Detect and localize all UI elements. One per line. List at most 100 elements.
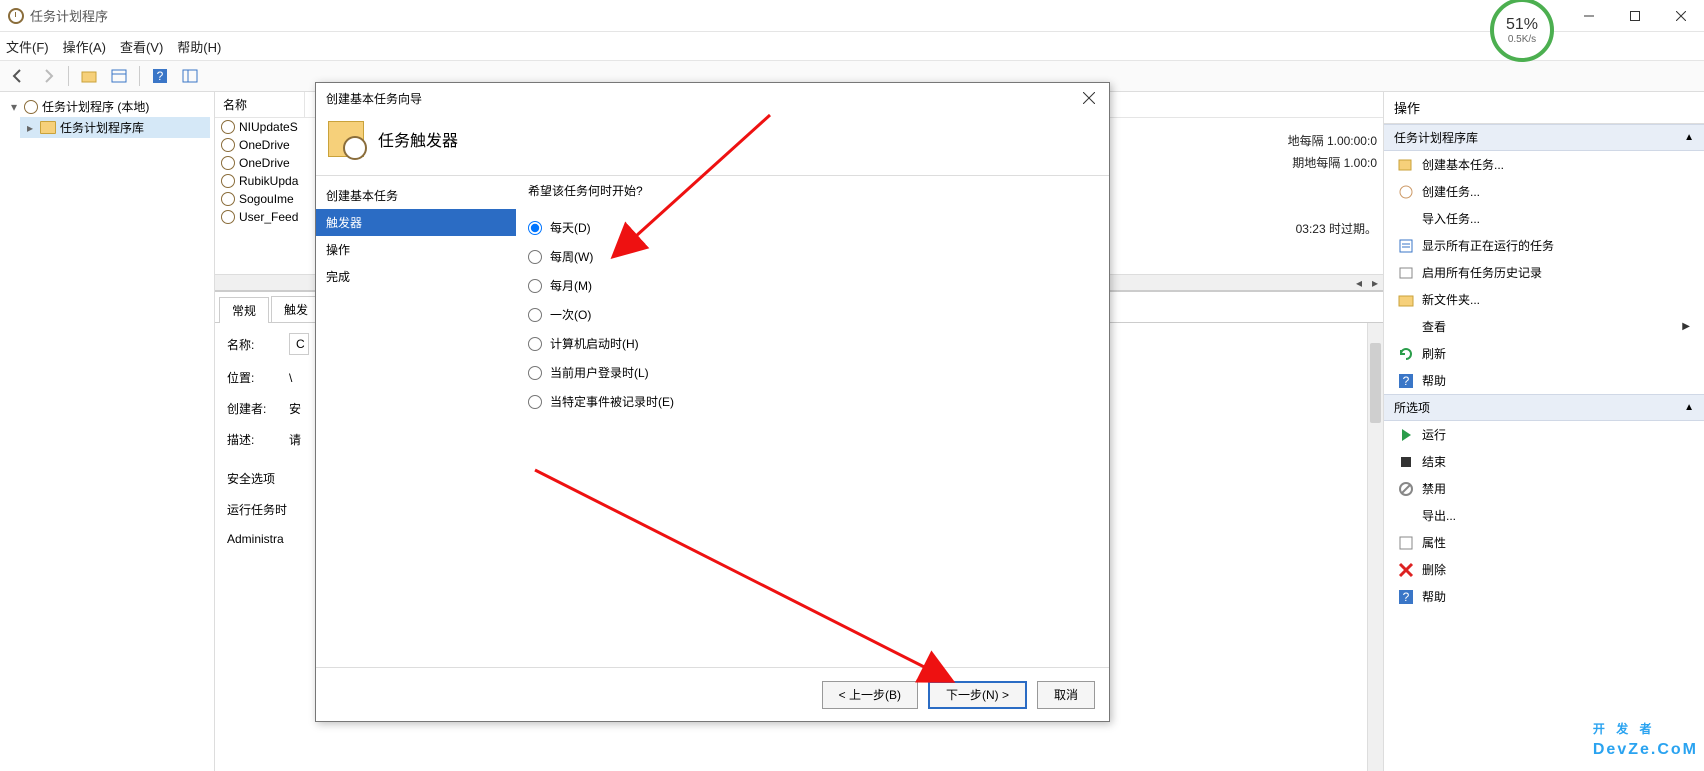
menubar: 文件(F) 操作(A) 查看(V) 帮助(H) [0, 32, 1704, 60]
scroll-thumb[interactable] [1370, 343, 1381, 423]
watermark-sub: DevZe.CoM [1593, 741, 1698, 759]
delete-icon [1398, 562, 1414, 578]
collapse-icon[interactable]: ▲ [1684, 402, 1694, 413]
action-enable-history[interactable]: 启用所有任务历史记录 [1384, 259, 1704, 286]
section-selected[interactable]: 所选项 ▲ [1384, 394, 1704, 421]
wizard-nav-finish[interactable]: 完成 [316, 263, 516, 290]
wizard-nav-basic[interactable]: 创建基本任务 [316, 182, 516, 209]
wizard-title-text: 创建基本任务向导 [326, 90, 422, 107]
menu-help[interactable]: 帮助(H) [177, 37, 221, 56]
radio-label: 当特定事件被记录时(E) [550, 393, 674, 410]
wizard-header: 任务触发器 [316, 113, 1109, 176]
forward-button[interactable] [36, 64, 60, 88]
stop-icon [1398, 454, 1414, 470]
radio-input[interactable] [528, 221, 542, 235]
action-delete[interactable]: 删除 [1384, 556, 1704, 583]
radio-logon[interactable]: 当前用户登录时(L) [528, 358, 1097, 387]
action-label: 新文件夹... [1422, 291, 1480, 308]
radio-input[interactable] [528, 308, 542, 322]
watermark: 开 发 者 DevZe.CoM [1593, 707, 1698, 759]
next-button[interactable]: 下一步(N) > [928, 681, 1027, 709]
action-run[interactable]: 运行 [1384, 421, 1704, 448]
action-create-basic-task[interactable]: 创建基本任务... [1384, 151, 1704, 178]
refresh-icon [1398, 346, 1414, 362]
radio-weekly[interactable]: 每周(W) [528, 242, 1097, 271]
tool-folder-icon[interactable] [77, 64, 101, 88]
maximize-button[interactable] [1612, 0, 1658, 32]
collapse-icon[interactable]: ▲ [1684, 132, 1694, 143]
wizard-heading: 任务触发器 [378, 127, 458, 151]
tool-layout-icon[interactable] [178, 64, 202, 88]
action-help[interactable]: ?帮助 [1384, 367, 1704, 394]
name-value[interactable]: C [289, 333, 309, 355]
radio-event[interactable]: 当特定事件被记录时(E) [528, 387, 1097, 416]
wizard-close-button[interactable] [1079, 88, 1099, 108]
radio-monthly[interactable]: 每月(M) [528, 271, 1097, 300]
action-end[interactable]: 结束 [1384, 448, 1704, 475]
export-icon [1398, 508, 1414, 524]
actions-pane: 操作 任务计划程序库 ▲ 创建基本任务... 创建任务... 导入任务... 显… [1384, 92, 1704, 771]
action-show-running[interactable]: 显示所有正在运行的任务 [1384, 232, 1704, 259]
wizard-nav-action[interactable]: 操作 [316, 236, 516, 263]
radio-input[interactable] [528, 279, 542, 293]
radio-input[interactable] [528, 395, 542, 409]
action-import-task[interactable]: 导入任务... [1384, 205, 1704, 232]
speed-widget[interactable]: 51% 0.5K/s [1490, 0, 1554, 62]
scroll-left-icon[interactable]: ◂ [1351, 276, 1367, 290]
action-create-task[interactable]: 创建任务... [1384, 178, 1704, 205]
section-library[interactable]: 任务计划程序库 ▲ [1384, 124, 1704, 151]
desc-label: 描述: [227, 431, 277, 448]
action-label: 刷新 [1422, 345, 1446, 362]
action-disable[interactable]: 禁用 [1384, 475, 1704, 502]
back-button[interactable] [6, 64, 30, 88]
radio-input[interactable] [528, 337, 542, 351]
scroll-right-icon[interactable]: ▸ [1367, 276, 1383, 290]
expand-icon[interactable]: ▸ [24, 121, 36, 135]
wizard-icon [1398, 157, 1414, 173]
action-label: 创建任务... [1422, 183, 1480, 200]
folder-icon [1398, 292, 1414, 308]
col-name[interactable]: 名称 [215, 92, 305, 117]
disable-icon [1398, 481, 1414, 497]
action-help-2[interactable]: ?帮助 [1384, 583, 1704, 610]
radio-daily[interactable]: 每天(D) [528, 213, 1097, 242]
tree-root[interactable]: ▾ 任务计划程序 (本地) [4, 96, 210, 117]
tool-help-icon[interactable]: ? [148, 64, 172, 88]
action-properties[interactable]: 属性 [1384, 529, 1704, 556]
creator-label: 创建者: [227, 400, 277, 417]
expand-icon[interactable]: ▾ [8, 100, 20, 114]
back-button[interactable]: < 上一步(B) [822, 681, 918, 709]
menu-view[interactable]: 查看(V) [120, 37, 163, 56]
action-export[interactable]: 导出... [1384, 502, 1704, 529]
action-view[interactable]: 查看▶ [1384, 313, 1704, 340]
speed-rate: 0.5K/s [1508, 34, 1536, 45]
action-refresh[interactable]: 刷新 [1384, 340, 1704, 367]
action-new-folder[interactable]: 新文件夹... [1384, 286, 1704, 313]
cancel-button[interactable]: 取消 [1037, 681, 1095, 709]
radio-input[interactable] [528, 250, 542, 264]
action-label: 结束 [1422, 453, 1446, 470]
radio-input[interactable] [528, 366, 542, 380]
radio-startup[interactable]: 计算机启动时(H) [528, 329, 1097, 358]
clock-icon [221, 210, 235, 224]
list-icon [1398, 238, 1414, 254]
action-label: 导出... [1422, 507, 1456, 524]
minimize-button[interactable] [1566, 0, 1612, 32]
vertical-scrollbar[interactable] [1367, 323, 1383, 771]
wizard-nav: 创建基本任务 触发器 操作 完成 [316, 176, 516, 667]
location-label: 位置: [227, 369, 277, 386]
action-label: 属性 [1422, 534, 1446, 551]
task-detail: 地每隔 1.00:00:0 [1288, 132, 1377, 149]
wizard-nav-trigger[interactable]: 触发器 [316, 209, 516, 236]
close-button[interactable] [1658, 0, 1704, 32]
radio-once[interactable]: 一次(O) [528, 300, 1097, 329]
menu-action[interactable]: 操作(A) [63, 37, 106, 56]
tool-panel-icon[interactable] [107, 64, 131, 88]
tab-general[interactable]: 常规 [219, 297, 269, 323]
admin-value[interactable]: Administra [227, 532, 307, 546]
help-icon: ? [1398, 589, 1414, 605]
clock-icon [221, 174, 235, 188]
tab-trigger[interactable]: 触发 [271, 296, 321, 322]
menu-file[interactable]: 文件(F) [6, 37, 49, 56]
tree-library[interactable]: ▸ 任务计划程序库 [20, 117, 210, 138]
